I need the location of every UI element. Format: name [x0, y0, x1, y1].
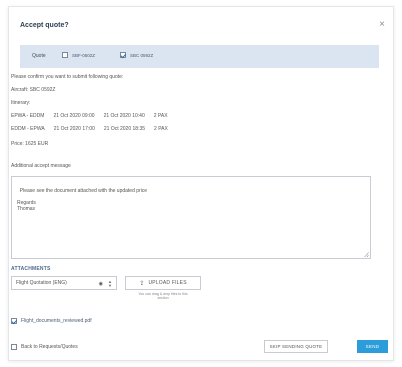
quote-option-2-label: SBC 0592Z	[130, 52, 154, 58]
quote-label: Quote	[32, 53, 46, 59]
upload-files-button[interactable]: ⇪ UPLOAD FILES	[125, 276, 201, 290]
leg-arrival: 21 Oct 2020 10:40	[103, 113, 145, 119]
resize-handle-icon[interactable]	[364, 252, 369, 257]
quote-option-1-label: SBF-0502Z	[72, 52, 96, 58]
leg-pax: 2 PAX	[153, 113, 168, 119]
attachment-template-value: Flight Quotation (ENG)	[16, 280, 67, 286]
leg-route: EPWA - EDDM	[11, 113, 45, 119]
itinerary-row: EPWA - EDDM 21 Oct 2020 09:00 21 Oct 202…	[11, 113, 177, 119]
close-icon[interactable]: ×	[379, 19, 385, 30]
quote-option-2-checkbox[interactable]	[120, 52, 126, 58]
leg-departure: 21 Oct 2020 17:00	[53, 126, 95, 132]
back-to-requests-option[interactable]: Back to Requests/Quotes	[11, 344, 78, 350]
quote-selector-bar: Quote SBF-0502Z SBC 0592Z	[20, 45, 379, 68]
upload-files-label: UPLOAD FILES	[148, 280, 187, 286]
back-to-requests-label: Back to Requests/Quotes	[21, 344, 78, 350]
attachment-file-name: Flight_documents_reviewed.pdf	[21, 318, 92, 324]
back-to-requests-checkbox[interactable]	[11, 344, 17, 350]
quote-option-2[interactable]: SBC 0592Z	[120, 52, 153, 58]
select-arrows-icon: ▲ ▼	[108, 279, 112, 288]
itinerary-label: Itinerary:	[11, 100, 31, 106]
upload-icon: ⇪	[139, 280, 145, 287]
quote-option-1[interactable]: SBF-0502Z	[62, 52, 95, 58]
drag-drop-hint: You can drag & drop files to this sectio…	[138, 292, 188, 300]
price-text: Price: 1625 EUR	[11, 141, 49, 147]
accept-message-textarea[interactable]: Please see the document attached with th…	[11, 176, 371, 259]
confirm-text: Please confirm you want to submit follow…	[11, 74, 124, 80]
send-button[interactable]: SEND	[357, 340, 388, 353]
skip-sending-quote-button[interactable]: SKIP SENDING QUOTE	[264, 340, 328, 353]
attachments-title: ATTACHMENTS	[11, 266, 51, 272]
leg-route: EDDM - EPWA	[11, 126, 45, 132]
attachment-file-item[interactable]: Flight_documents_reviewed.pdf	[11, 318, 92, 324]
quote-option-1-checkbox[interactable]	[62, 52, 68, 58]
dialog-title: Accept quote?	[20, 22, 69, 29]
eye-icon[interactable]: ◉	[99, 281, 103, 287]
attachment-template-select[interactable]: Flight Quotation (ENG) ◉ ▲ ▼	[11, 276, 117, 290]
itinerary-row: EDDM - EPWA 21 Oct 2020 17:00 21 Oct 202…	[11, 126, 177, 132]
leg-departure: 21 Oct 2020 09:00	[53, 113, 95, 119]
accept-message-text: Please see the document attached with th…	[17, 188, 148, 212]
message-label: Additional accept message	[11, 163, 71, 169]
attachment-file-checkbox[interactable]	[11, 318, 17, 324]
aircraft-text: Aircraft: SBC 0592Z	[11, 87, 56, 93]
leg-arrival: 21 Oct 2020 18:35	[103, 126, 146, 132]
leg-pax: 2 PAX	[154, 126, 168, 132]
